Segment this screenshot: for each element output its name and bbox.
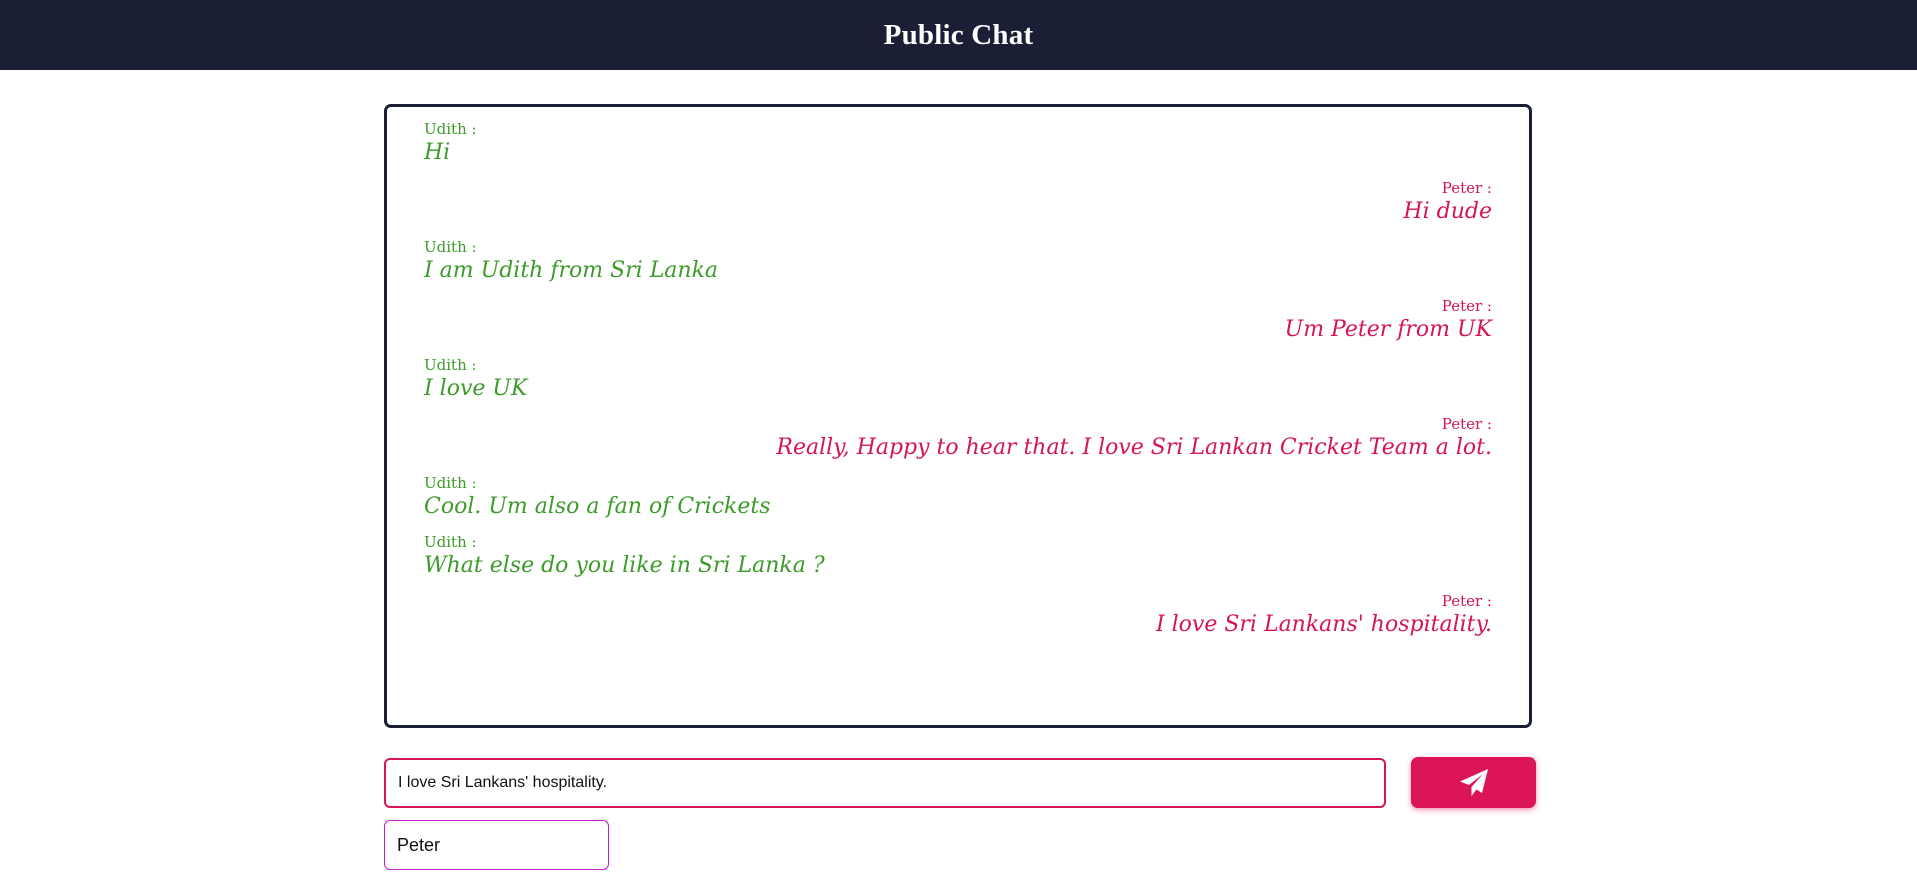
chat-message: Udith : What else do you like in Sri Lan… [424, 533, 1492, 580]
message-sender: Peter : [1441, 592, 1492, 610]
chat-window[interactable]: Udith : Hi Peter : Hi dude Udith : I am … [384, 104, 1532, 728]
message-text: I love UK [424, 376, 528, 401]
chat-message: Peter : Hi dude [424, 179, 1492, 226]
message-text: Hi [424, 140, 451, 165]
page-title: Public Chat [883, 18, 1034, 51]
message-sender: Udith : [424, 474, 477, 492]
message-text: Really, Happy to hear that. I love Sri L… [776, 435, 1492, 460]
chat-message: Udith : I love UK [424, 356, 1492, 403]
message-sender: Udith : [424, 533, 477, 551]
message-text: I am Udith from Sri Lanka [424, 258, 719, 283]
message-text: Cool. Um also a fan of Crickets [424, 494, 771, 519]
chat-message: Udith : Cool. Um also a fan of Crickets [424, 474, 1492, 521]
message-sender: Peter : [1441, 415, 1492, 433]
message-sender: Udith : [424, 356, 477, 374]
chat-message: Udith : I am Udith from Sri Lanka [424, 238, 1492, 285]
message-sender: Udith : [424, 238, 477, 256]
chat-message: Peter : Um Peter from UK [424, 297, 1492, 344]
message-text: Um Peter from UK [1284, 317, 1492, 342]
message-input[interactable] [384, 758, 1386, 808]
message-text: What else do you like in Sri Lanka ? [424, 553, 825, 578]
chat-message: Peter : I love Sri Lankans' hospitality. [424, 592, 1492, 639]
send-button[interactable] [1411, 757, 1536, 808]
message-sender: Udith : [424, 120, 477, 138]
username-input[interactable] [384, 820, 609, 870]
chat-message: Peter : Really, Happy to hear that. I lo… [424, 415, 1492, 462]
app-header: Public Chat [0, 0, 1917, 70]
chat-message: Udith : Hi [424, 120, 1492, 167]
message-text: I love Sri Lankans' hospitality. [1155, 612, 1492, 637]
paper-plane-icon [1459, 768, 1488, 796]
message-text: Hi dude [1403, 199, 1492, 224]
message-list: Udith : Hi Peter : Hi dude Udith : I am … [424, 120, 1492, 639]
message-sender: Peter : [1441, 297, 1492, 315]
message-sender: Peter : [1441, 179, 1492, 197]
